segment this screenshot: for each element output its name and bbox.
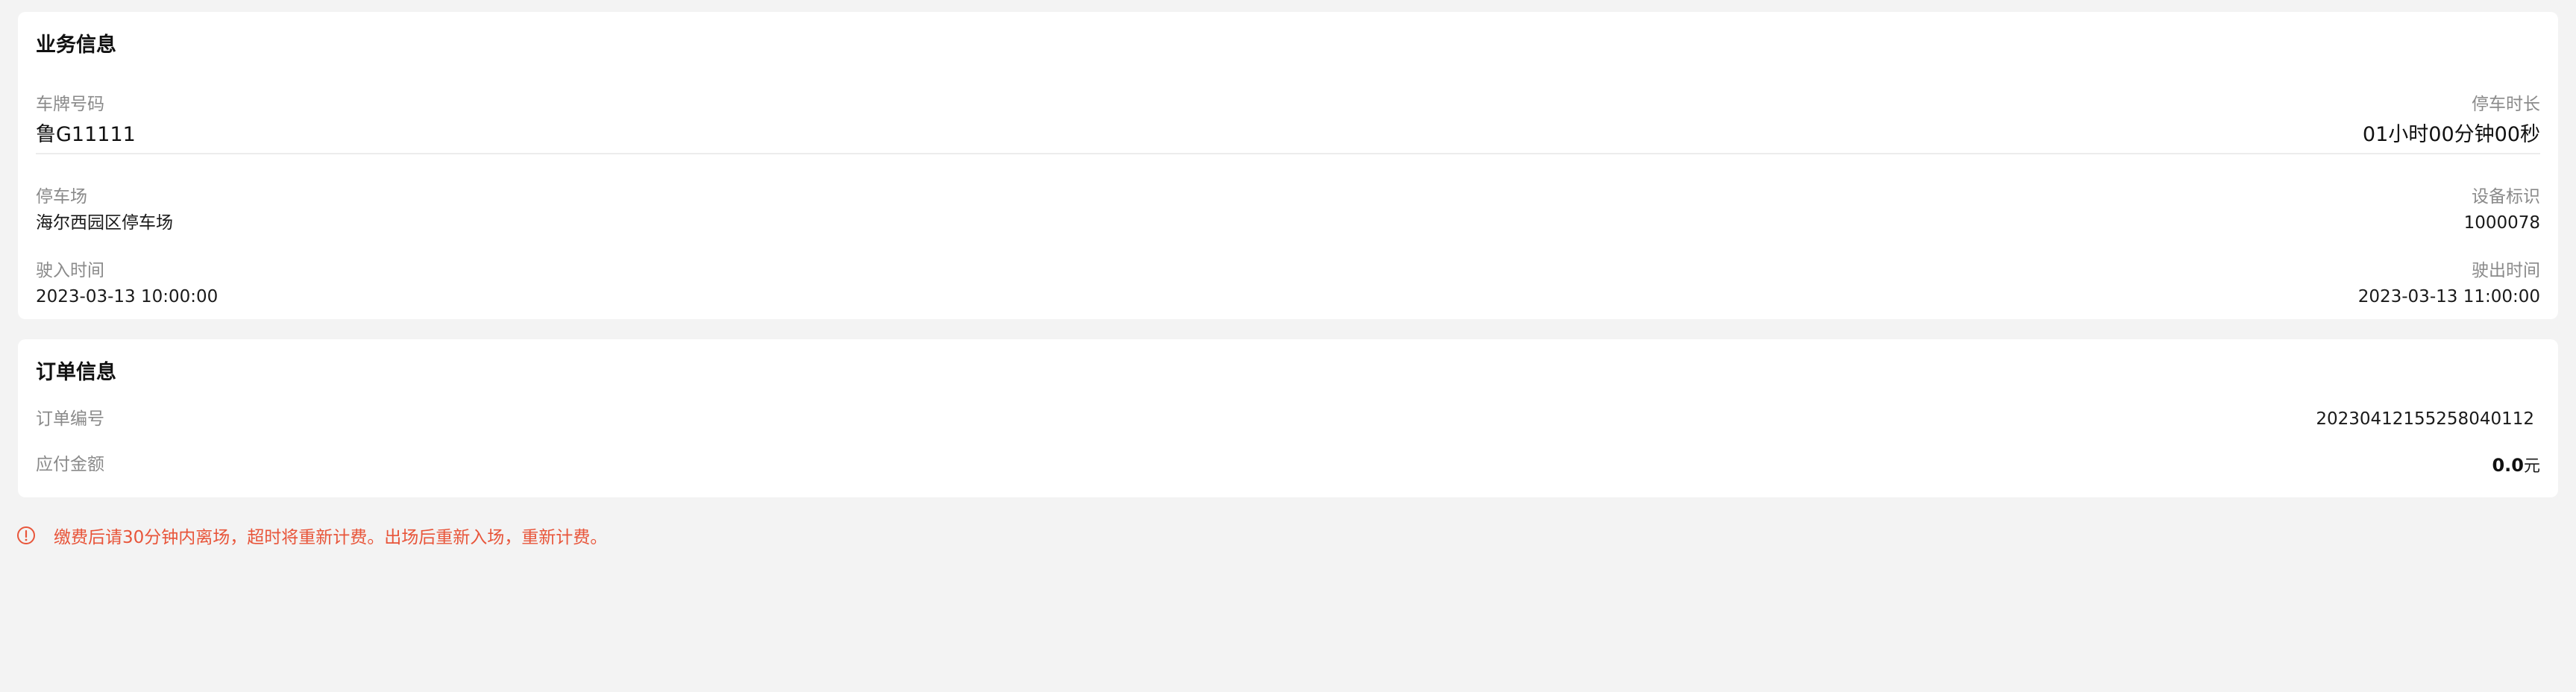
- entry-time-value: 2023-03-13 10:00:00: [36, 287, 219, 306]
- notice-text: 缴费后请30分钟内离场，超时将重新计费。出场后重新入场，重新计费。: [54, 528, 608, 547]
- plate-label: 车牌号码: [36, 95, 104, 114]
- amount-unit: 元: [2523, 457, 2540, 476]
- device-id-value: 1000078: [2463, 213, 2540, 233]
- order-info-card: 订单信息 订单编号 2023041215525804011​2 应付金额 0.0…: [18, 339, 2558, 497]
- amount-due-value: 0.0元: [2492, 456, 2540, 475]
- parking-lot-label: 停车场: [36, 187, 87, 207]
- order-number-value: 2023041215525804011​2: [2316, 409, 2534, 429]
- amount-due-label: 应付金额: [36, 455, 104, 474]
- exit-time-label: 驶出时间: [2472, 261, 2540, 280]
- duration-value: 01小时00分钟00秒: [2362, 123, 2540, 146]
- plate-value: 鲁G11111: [36, 123, 136, 146]
- divider: [36, 153, 2540, 154]
- order-number-label: 订单编号: [36, 409, 104, 429]
- parking-payment-page: 业务信息 车牌号码 鲁G11111 停车时长 01小时00分钟00秒 停车场 海…: [0, 0, 2576, 692]
- parking-lot-value: 海尔西园区停车场: [36, 213, 173, 233]
- device-id-label: 设备标识: [2472, 187, 2540, 207]
- amount-number: 0.0: [2492, 455, 2524, 476]
- payment-notice: 缴费后请30分钟内离场，超时将重新计费。出场后重新入场，重新计费。: [16, 525, 608, 547]
- business-info-title: 业务信息: [36, 34, 116, 57]
- alert-circle-icon: [17, 526, 35, 544]
- duration-label: 停车时长: [2472, 95, 2540, 114]
- business-info-card: 业务信息 车牌号码 鲁G11111 停车时长 01小时00分钟00秒 停车场 海…: [18, 12, 2558, 319]
- entry-time-label: 驶入时间: [36, 261, 104, 280]
- exit-time-value: 2023-03-13 11:00:00: [2357, 287, 2540, 306]
- order-info-title: 订单信息: [36, 361, 116, 384]
